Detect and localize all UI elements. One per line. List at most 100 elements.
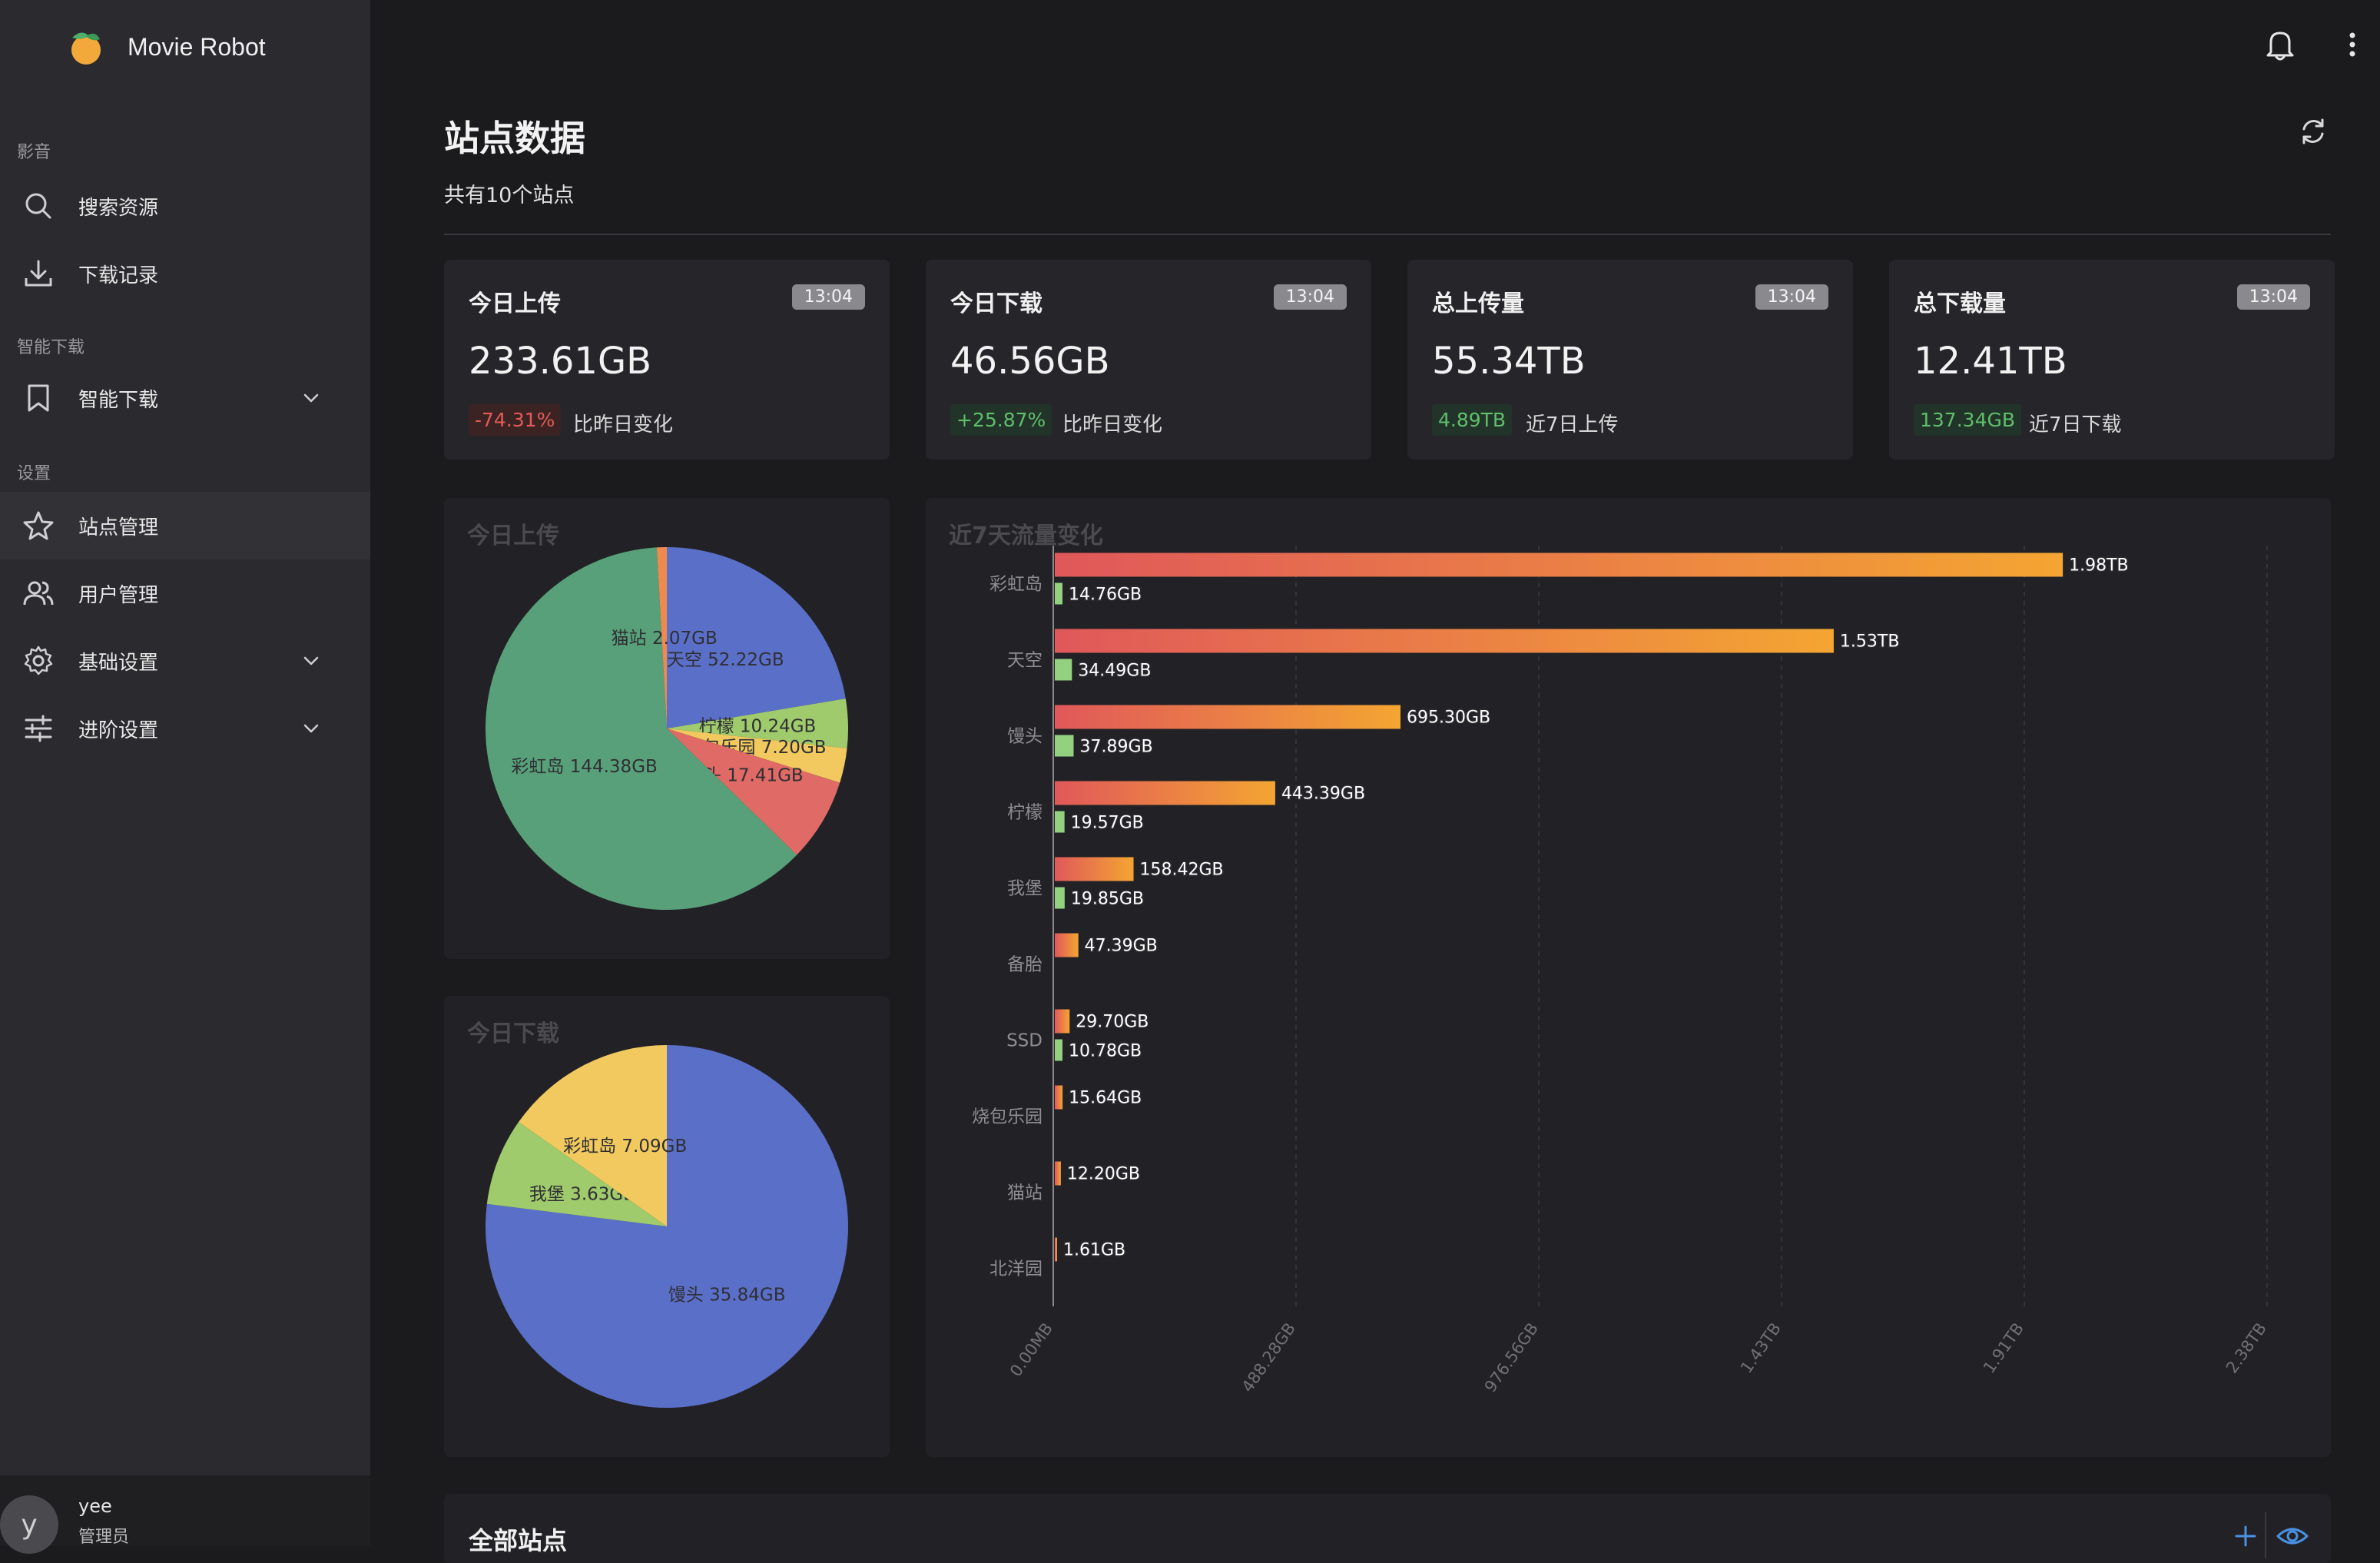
section-title-smart-download: 智能下载: [17, 338, 85, 357]
stat-card-total-upload: 总上传量 13:04 55.34TB 4.89TB 近7日上传: [1407, 260, 1853, 460]
download-pie-chart: 馒头 35.84GB我堡 3.63GB彩虹岛 7.09GB: [486, 1045, 848, 1408]
bar-upload[interactable]: [1055, 1237, 1057, 1262]
bar-upload[interactable]: [1055, 857, 1134, 881]
section-title-settings: 设置: [17, 464, 51, 483]
card-note: 比昨日变化: [1062, 413, 1163, 436]
refresh-icon[interactable]: [2297, 115, 2329, 148]
x-tick-label: 1.91TB: [1980, 1319, 2027, 1376]
card-value: 55.34TB: [1432, 340, 1586, 383]
sidebar-item-label: 用户管理: [78, 583, 159, 607]
card-title: 今日下载: [950, 290, 1042, 317]
download-pie-panel: 今日下载 馒头 35.84GB 我堡 3.63GB 彩虹岛 7.09GB: [444, 996, 890, 1457]
sidebar-item-label: 搜索资源: [78, 196, 159, 220]
card-value: 12.41TB: [1914, 340, 2067, 383]
change-badge: -74.31%: [469, 404, 562, 436]
bar-upload[interactable]: [1055, 705, 1400, 729]
gear-icon: [24, 645, 53, 675]
header-divider: [444, 234, 2331, 235]
x-tick-label: 488.28GB: [1238, 1319, 1299, 1395]
sidebar-item-site-management[interactable]: 站点管理: [0, 492, 370, 559]
bar-download-label: 19.57GB: [1071, 814, 1144, 833]
sidebar-item-search[interactable]: 搜索资源: [0, 172, 370, 240]
bar-upload[interactable]: [1055, 1161, 1061, 1186]
all-sites-title: 全部站点: [469, 1526, 568, 1555]
card-title: 总下载量: [1914, 290, 2006, 317]
change-badge: +25.87%: [950, 404, 1052, 436]
bar-upload-label: 158.42GB: [1140, 861, 1224, 880]
toolbar-divider: [2265, 1512, 2266, 1558]
bar-upload-label: 47.39GB: [1085, 937, 1158, 956]
time-badge: 13:04: [791, 284, 865, 310]
bar-download[interactable]: [1055, 811, 1065, 833]
user-profile[interactable]: y yee 管理员: [0, 1475, 370, 1554]
card-note: 近7日上传: [1526, 413, 1619, 436]
x-tick-label: 976.56GB: [1481, 1319, 1542, 1395]
sidebar-item-label: 基础设置: [78, 651, 159, 675]
sidebar-item-user-management[interactable]: 用户管理: [0, 559, 370, 627]
bar-upload[interactable]: [1055, 933, 1079, 957]
pie-label-5: 猫站 2.07GB: [612, 629, 718, 649]
bar-download[interactable]: [1055, 1039, 1062, 1061]
sidebar-item-smart-download[interactable]: 智能下载: [0, 364, 370, 432]
change-badge: 4.89TB: [1432, 404, 1513, 436]
x-tick-label: 1.43TB: [1737, 1319, 1785, 1376]
card-title: 今日上传: [469, 290, 561, 317]
chevron-down-icon[interactable]: [300, 387, 323, 410]
bar-download-label: 34.49GB: [1078, 662, 1151, 681]
bar-download-label: 10.78GB: [1069, 1042, 1142, 1061]
x-tick-label: 2.38TB: [2223, 1319, 2270, 1376]
sidebar-item-basic-settings[interactable]: 基础设置: [0, 627, 370, 695]
sidebar-item-label: 站点管理: [78, 516, 159, 539]
pie-label-0: 馒头 35.84GB: [668, 1285, 786, 1305]
bar-download[interactable]: [1055, 887, 1065, 909]
download-icon: [25, 260, 52, 287]
bar-upload-label: 12.20GB: [1067, 1165, 1140, 1184]
time-badge: 13:04: [2236, 284, 2310, 310]
bar-upload[interactable]: [1055, 1085, 1063, 1110]
y-category-label: 柠檬: [1007, 803, 1042, 823]
bar-download[interactable]: [1055, 659, 1072, 681]
chevron-down-icon[interactable]: [300, 717, 323, 740]
bar-upload[interactable]: [1055, 553, 2063, 577]
pie-label-2: 彩虹岛 7.09GB: [563, 1137, 687, 1156]
chevron-down-icon[interactable]: [300, 649, 323, 672]
y-category-label: 彩虹岛: [989, 575, 1042, 595]
sliders-icon: [25, 715, 52, 742]
avatar[interactable]: y: [0, 1495, 58, 1554]
upload-pie-chart: 天空 52.22GB柠檬 10.24GB烧包乐园 7.20GB馒头 17.41G…: [486, 547, 848, 910]
section-title-media: 影音: [17, 143, 51, 162]
y-category-label: 北洋园: [989, 1259, 1042, 1279]
app-logo-icon: [65, 27, 104, 67]
sidebar-item-downloads[interactable]: 下载记录: [0, 240, 370, 307]
app-name: Movie Robot: [128, 32, 266, 61]
eye-icon[interactable]: [2276, 1523, 2309, 1549]
pie-label-4: 彩虹岛 144.38GB: [511, 757, 657, 777]
user-role: 管理员: [78, 1528, 130, 1547]
add-site-icon[interactable]: [2232, 1523, 2259, 1549]
bar-upload-label: 15.64GB: [1069, 1089, 1142, 1108]
bar-upload-label: 1.98TB: [2069, 556, 2129, 576]
card-title: 总上传量: [1432, 290, 1524, 317]
sidebar-item-advanced-settings[interactable]: 进阶设置: [0, 695, 370, 762]
brand[interactable]: Movie Robot: [65, 25, 266, 69]
bar-download[interactable]: [1055, 735, 1074, 757]
y-category-label: SSD: [1006, 1031, 1042, 1051]
y-category-label: 猫站: [1007, 1183, 1042, 1203]
y-category-label: 烧包乐园: [972, 1107, 1042, 1127]
stat-card-today-upload: 今日上传 13:04 233.61GB -74.31% 比昨日变化: [444, 260, 890, 460]
traffic-bar-chart: 0.00MB 488.28GB 976.56GB 1.43TB 1.91TB 2.38TB…: [972, 546, 2270, 1395]
bar-upload[interactable]: [1055, 781, 1275, 805]
bar-download[interactable]: [1055, 582, 1062, 605]
card-note: 近7日下载: [2029, 413, 2122, 436]
time-badge: 13:04: [1755, 284, 1828, 310]
sidebar: Movie Robot 影音 搜索资源 下载记录 智能下载 智能下载 设置 站点…: [0, 0, 370, 1554]
more-vertical-icon[interactable]: [2343, 26, 2362, 63]
user-name: yee: [78, 1495, 112, 1517]
bar-upload[interactable]: [1055, 1009, 1070, 1034]
bell-icon[interactable]: [2262, 26, 2299, 63]
pie-label-1: 柠檬 10.24GB: [699, 717, 817, 737]
change-badge: 137.34GB: [1914, 404, 2021, 436]
bar-upload[interactable]: [1055, 629, 1834, 653]
bookmark-icon: [28, 384, 49, 412]
x-tick-label: 0.00MB: [1006, 1319, 1056, 1380]
